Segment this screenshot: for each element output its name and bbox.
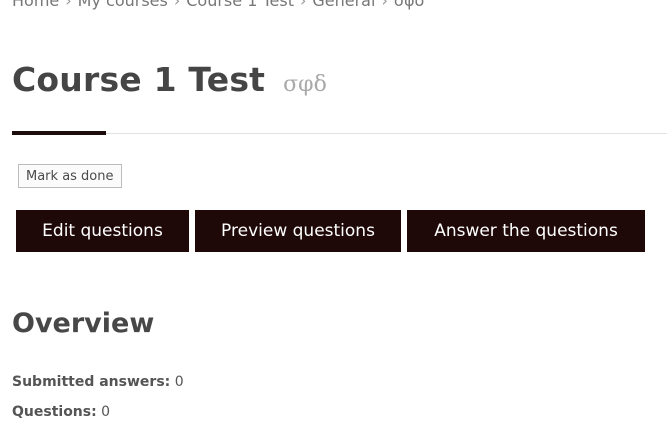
overview-heading: Overview [12, 308, 155, 339]
breadcrumb-separator-icon: › [381, 0, 388, 10]
breadcrumb-separator-icon: › [65, 0, 72, 10]
breadcrumb-course[interactable]: Course 1 Test [186, 0, 294, 10]
submitted-answers-label: Submitted answers: [12, 374, 171, 390]
preview-questions-button[interactable]: Preview questions [195, 210, 401, 252]
edit-questions-button[interactable]: Edit questions [16, 210, 189, 252]
page-subtitle: σφδ [283, 72, 327, 97]
breadcrumb-my-courses[interactable]: My courses [78, 0, 168, 10]
breadcrumb-activity: σφδ [393, 0, 425, 10]
submitted-answers-value: 0 [174, 374, 184, 390]
breadcrumb-separator-icon: › [173, 0, 181, 10]
page-title: Course 1 Test [12, 60, 266, 99]
mark-as-done-button[interactable]: Mark as done [18, 164, 122, 188]
questions-label: Questions: [12, 404, 97, 420]
breadcrumb-section[interactable]: General [312, 0, 375, 10]
submitted-answers-stat: Submitted answers: 0 [12, 374, 184, 390]
answer-questions-button[interactable]: Answer the questions [407, 210, 645, 252]
breadcrumb-home[interactable]: Home [12, 0, 59, 10]
breadcrumb: Home › My courses › Course 1 Test › General › σφ… [12, 0, 424, 10]
action-buttons: Edit questions Preview questions Answer … [16, 210, 645, 252]
questions-stat: Questions: 0 [12, 404, 110, 420]
header-accent-bar [12, 131, 106, 135]
page-header: Course 1 Test σφδ [12, 60, 327, 108]
breadcrumb-separator-icon: › [299, 0, 307, 10]
questions-value: 0 [101, 404, 111, 420]
header-divider [12, 133, 667, 134]
